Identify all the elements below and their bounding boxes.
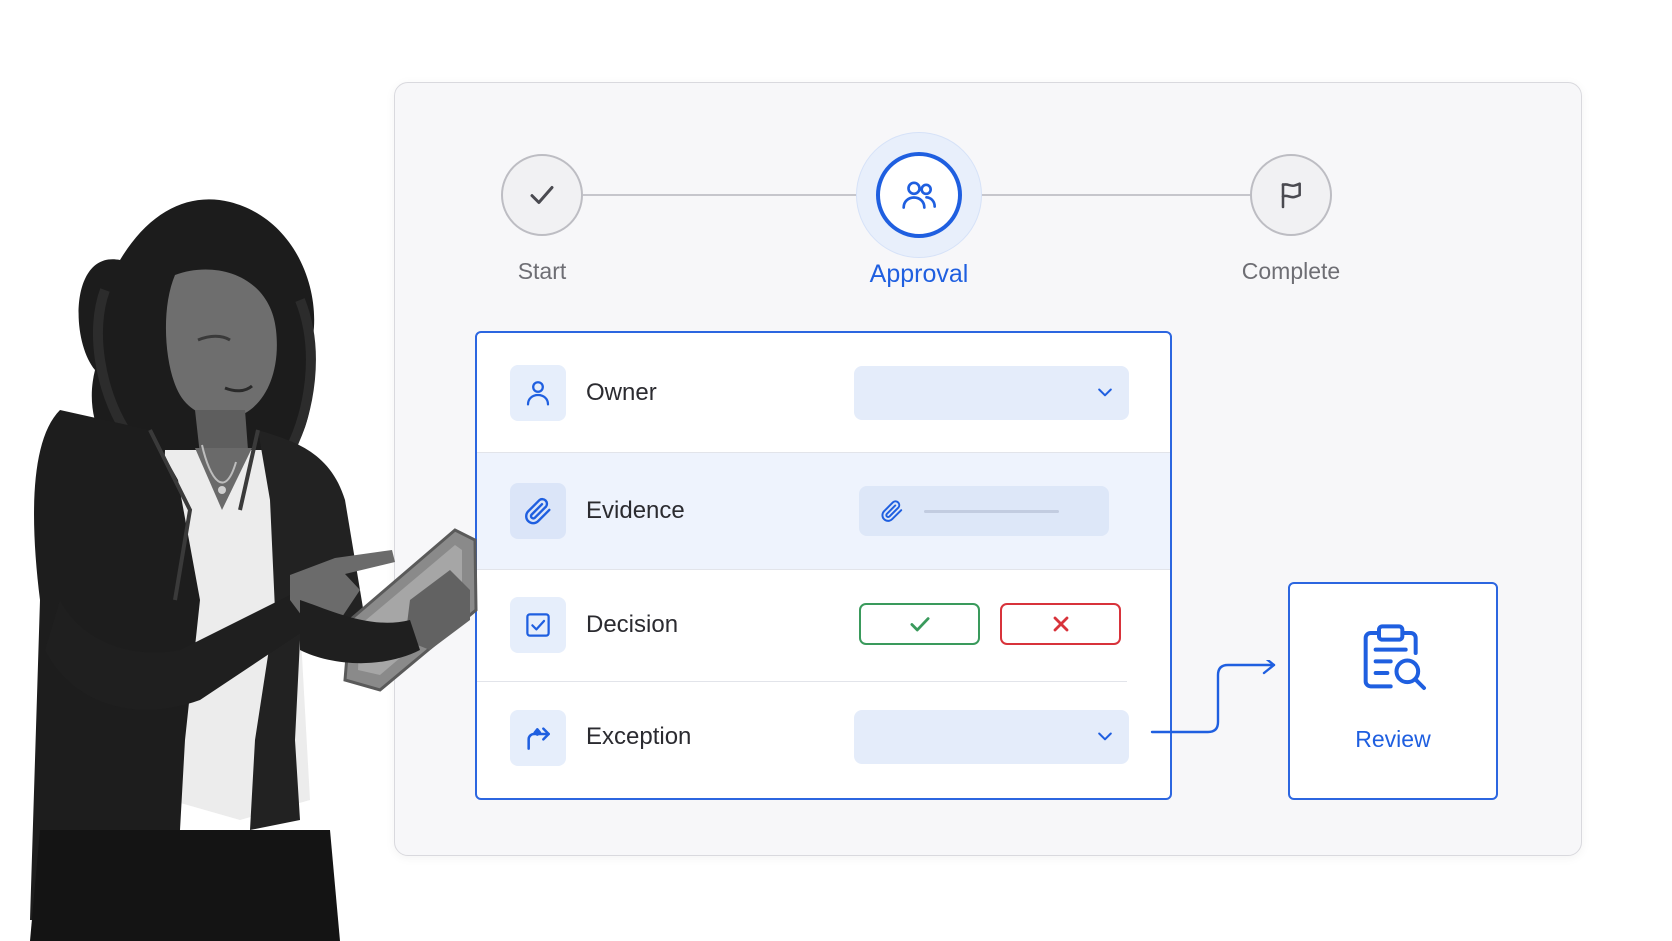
redirect-arrow-icon [527,727,550,750]
step-label-approval: Approval [869,260,969,288]
row-label-evidence: Evidence [586,497,685,524]
review-card[interactable]: Review [1288,582,1498,800]
row-icon-evidence [510,483,566,539]
step-label-complete: Complete [1241,258,1341,284]
review-label: Review [1355,726,1431,752]
row-label-exception: Exception [586,723,692,750]
row-icon-decision [510,597,566,653]
paperclip-icon [881,500,903,522]
row-icon-owner [510,365,566,421]
step-start[interactable] [501,154,583,236]
form-row-owner: Owner [477,333,1170,452]
reject-button[interactable] [1000,603,1121,645]
exception-to-review-arrow [1150,660,1276,734]
approval-form-panel: Owner Evidence Decision Exception [475,331,1172,800]
file-name-placeholder [924,510,1059,513]
owner-select[interactable] [854,366,1129,420]
form-row-exception: Exception [477,682,1170,798]
exception-select[interactable] [854,710,1129,764]
users-icon [902,181,936,209]
step-complete[interactable] [1250,154,1332,236]
clipboard-search-icon [1363,624,1426,690]
paperclip-icon [525,497,551,525]
checkbox-icon [526,613,550,637]
stepper-connector-1 [583,194,860,196]
step-approval[interactable] [876,152,962,238]
flag-icon [1281,182,1301,209]
evidence-file-field[interactable] [859,486,1109,536]
form-row-evidence: Evidence [477,453,1170,569]
form-row-decision: Decision [477,570,1170,681]
workflow-illustration: Start Approval Complete Owner Evidence D… [0,0,1672,941]
stepper-connector-2 [978,194,1255,196]
row-label-owner: Owner [586,379,657,406]
x-icon [1053,616,1068,632]
check-icon [909,617,930,632]
approve-button[interactable] [859,603,980,645]
user-icon [526,381,550,406]
chevron-down-icon [1098,388,1112,397]
check-icon [530,186,554,204]
person-with-tablet-illustration [30,199,478,941]
row-icon-exception [510,710,566,766]
chevron-down-icon [1098,732,1112,741]
row-label-decision: Decision [586,611,679,638]
